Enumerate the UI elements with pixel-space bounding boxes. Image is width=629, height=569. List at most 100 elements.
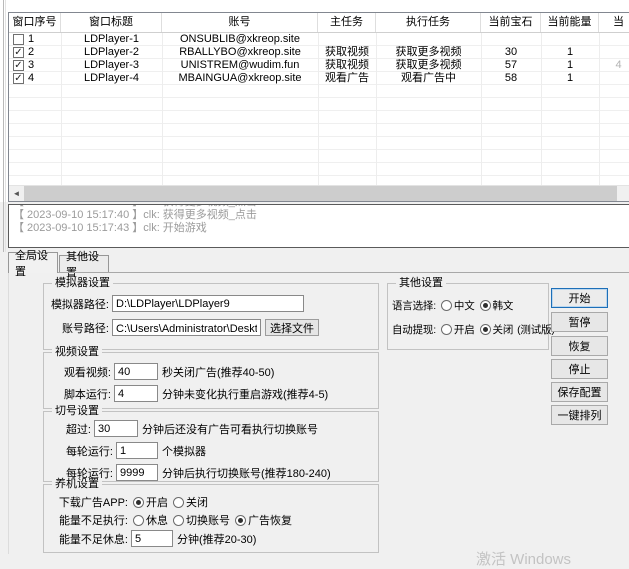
col-header-account[interactable]: 账号 xyxy=(162,13,318,32)
low-energy-rest-label: 能量不足休息: xyxy=(56,531,128,547)
radio-label: 韩文 xyxy=(493,298,514,313)
col-header-energy[interactable]: 当前能量 xyxy=(541,13,599,32)
col-header-gems[interactable]: 当前宝石 xyxy=(481,13,541,32)
radio-language-chinese[interactable] xyxy=(441,300,452,311)
choose-file-button[interactable]: 选择文件 xyxy=(265,319,319,336)
resume-button[interactable]: 恢复 xyxy=(551,336,608,356)
watch-video-label: 观看视频: xyxy=(56,364,111,380)
row-checkbox[interactable]: ✓ xyxy=(13,73,24,84)
col-header-clipped[interactable]: 当 xyxy=(599,13,629,32)
emulator-table: 窗口序号 窗口标题 账号 主任务 执行任务 当前宝石 当前能量 当 1 LDPl… xyxy=(8,12,629,202)
table-row[interactable]: ✓ 4 LDPlayer-4 MBAINGUA@xkreop.site 观看广告… xyxy=(9,72,629,85)
cell-window-title: LDPlayer-3 xyxy=(61,59,162,72)
horizontal-scrollbar[interactable]: ◄ xyxy=(9,185,629,201)
cell-exec-task: 观看广告中 xyxy=(376,72,481,85)
group-title: 模拟器设置 xyxy=(52,277,113,290)
radio-label: 切换账号 xyxy=(186,512,230,528)
row-index: 1 xyxy=(28,33,34,46)
watch-video-input[interactable] xyxy=(114,363,158,380)
row-index: 4 xyxy=(28,72,34,85)
col-header-exec-task[interactable]: 执行任务 xyxy=(376,13,481,32)
round-minutes-hint: 分钟后执行切换账号(推荐180-240) xyxy=(162,465,331,481)
group-title: 其他设置 xyxy=(396,277,446,290)
window-left-edge-highlight xyxy=(5,0,6,252)
radio-low-switch[interactable] xyxy=(173,515,184,526)
stop-button[interactable]: 停止 xyxy=(551,359,608,379)
pause-button[interactable]: 暂停 xyxy=(551,312,608,332)
cell-account: UNISTREM@wudim.fun xyxy=(162,59,318,72)
radio-label: 开启 xyxy=(454,322,475,337)
cell-gems: 30 xyxy=(481,46,541,59)
table-row[interactable]: 1 LDPlayer-1 ONSUBLIB@xkreop.site xyxy=(9,33,629,46)
group-idle-settings: 养机设置 下载广告APP: 开启 关闭 能量不足执行: 休息 切换账号 广告恢复… xyxy=(43,484,379,553)
download-ad-app-label: 下载广告APP: xyxy=(56,494,128,510)
tab-panel-border xyxy=(8,272,629,273)
cell-window-title: LDPlayer-1 xyxy=(61,33,162,46)
cell-main-task: 观看广告 xyxy=(318,72,376,85)
cell-exec-task xyxy=(376,33,481,46)
log-output[interactable]: 【 2023-09-10 15:17:38 】clk: 获得更多视频_点击 【 … xyxy=(8,204,629,248)
low-energy-rest-hint: 分钟(推荐20-30) xyxy=(177,531,256,547)
cell-extra xyxy=(599,33,629,46)
script-run-input[interactable] xyxy=(114,385,158,402)
group-video-settings: 视频设置 观看视频: 秒关闭广告(推荐40-50) 脚本运行: 分钟未变化执行重… xyxy=(43,352,379,409)
beta-note: (测试版) xyxy=(517,322,555,337)
emulator-path-input[interactable] xyxy=(112,295,304,312)
cell-main-task: 获取视频 xyxy=(318,59,376,72)
group-emulator-settings: 模拟器设置 模拟器路径: 账号路径: 选择文件 xyxy=(43,283,379,350)
start-button[interactable]: 开始 xyxy=(551,288,608,308)
cell-window-title: LDPlayer-2 xyxy=(61,46,162,59)
table-header: 窗口序号 窗口标题 账号 主任务 执行任务 当前宝石 当前能量 当 xyxy=(9,13,629,33)
cell-extra xyxy=(599,46,629,59)
low-energy-action-label: 能量不足执行: xyxy=(56,512,128,528)
row-index: 2 xyxy=(28,46,34,59)
radio-withdraw-on[interactable] xyxy=(441,324,452,335)
table-row[interactable]: ✓ 2 LDPlayer-2 RBALLYBO@xkreop.site 获取视频… xyxy=(9,46,629,59)
radio-download-on[interactable] xyxy=(133,497,144,508)
radio-low-ad-recover[interactable] xyxy=(235,515,246,526)
scroll-left-icon[interactable]: ◄ xyxy=(9,186,24,201)
low-energy-rest-input[interactable] xyxy=(131,530,173,547)
group-title: 切号设置 xyxy=(52,405,102,418)
tab-global-settings[interactable]: 全局设置 xyxy=(8,252,58,273)
timeout-label: 超过: xyxy=(56,421,91,437)
round-minutes-input[interactable] xyxy=(116,464,158,481)
radio-low-rest[interactable] xyxy=(133,515,144,526)
cell-account: MBAINGUA@xkreop.site xyxy=(162,72,318,85)
arrange-button[interactable]: 一键排列 xyxy=(551,405,608,425)
save-config-button[interactable]: 保存配置 xyxy=(551,382,608,402)
table-row[interactable]: ✓ 3 LDPlayer-3 UNISTREM@wudim.fun 获取视频 获… xyxy=(9,59,629,72)
scrollbar-thumb[interactable] xyxy=(24,186,617,201)
radio-download-off[interactable] xyxy=(173,497,184,508)
group-switch-settings: 切号设置 超过: 分钟后还没有广告可看执行切换账号 每轮运行: 个模拟器 每轮运… xyxy=(43,411,379,482)
col-header-window-index[interactable]: 窗口序号 xyxy=(9,13,61,32)
group-title: 养机设置 xyxy=(52,478,102,491)
cell-energy: 1 xyxy=(541,46,599,59)
radio-label: 休息 xyxy=(146,512,168,528)
row-checkbox[interactable]: ✓ xyxy=(13,60,24,71)
group-title: 视频设置 xyxy=(52,346,102,359)
cell-gems: 58 xyxy=(481,72,541,85)
cell-energy: 1 xyxy=(541,72,599,85)
radio-label: 中文 xyxy=(454,298,475,313)
account-path-input[interactable] xyxy=(112,319,261,336)
radio-language-korean[interactable] xyxy=(480,300,491,311)
col-header-window-title[interactable]: 窗口标题 xyxy=(61,13,162,32)
timeout-input[interactable] xyxy=(94,420,138,437)
tab-other-settings[interactable]: 其他设置 xyxy=(59,255,109,272)
check-icon: ✓ xyxy=(14,74,22,84)
radio-withdraw-off[interactable] xyxy=(480,324,491,335)
watch-video-hint: 秒关闭广告(推荐40-50) xyxy=(162,364,274,380)
col-header-main-task[interactable]: 主任务 xyxy=(318,13,376,32)
cell-main-task xyxy=(318,33,376,46)
row-checkbox[interactable]: ✓ xyxy=(13,47,24,58)
window-left-edge xyxy=(3,0,4,252)
cell-extra xyxy=(599,72,629,85)
check-icon: ✓ xyxy=(14,48,22,58)
check-icon: ✓ xyxy=(14,61,22,71)
row-select-cell: ✓ 2 xyxy=(9,46,61,59)
round-emulators-input[interactable] xyxy=(116,442,158,459)
row-checkbox[interactable] xyxy=(13,34,24,45)
cell-account: ONSUBLIB@xkreop.site xyxy=(162,33,318,46)
cell-gems xyxy=(481,33,541,46)
